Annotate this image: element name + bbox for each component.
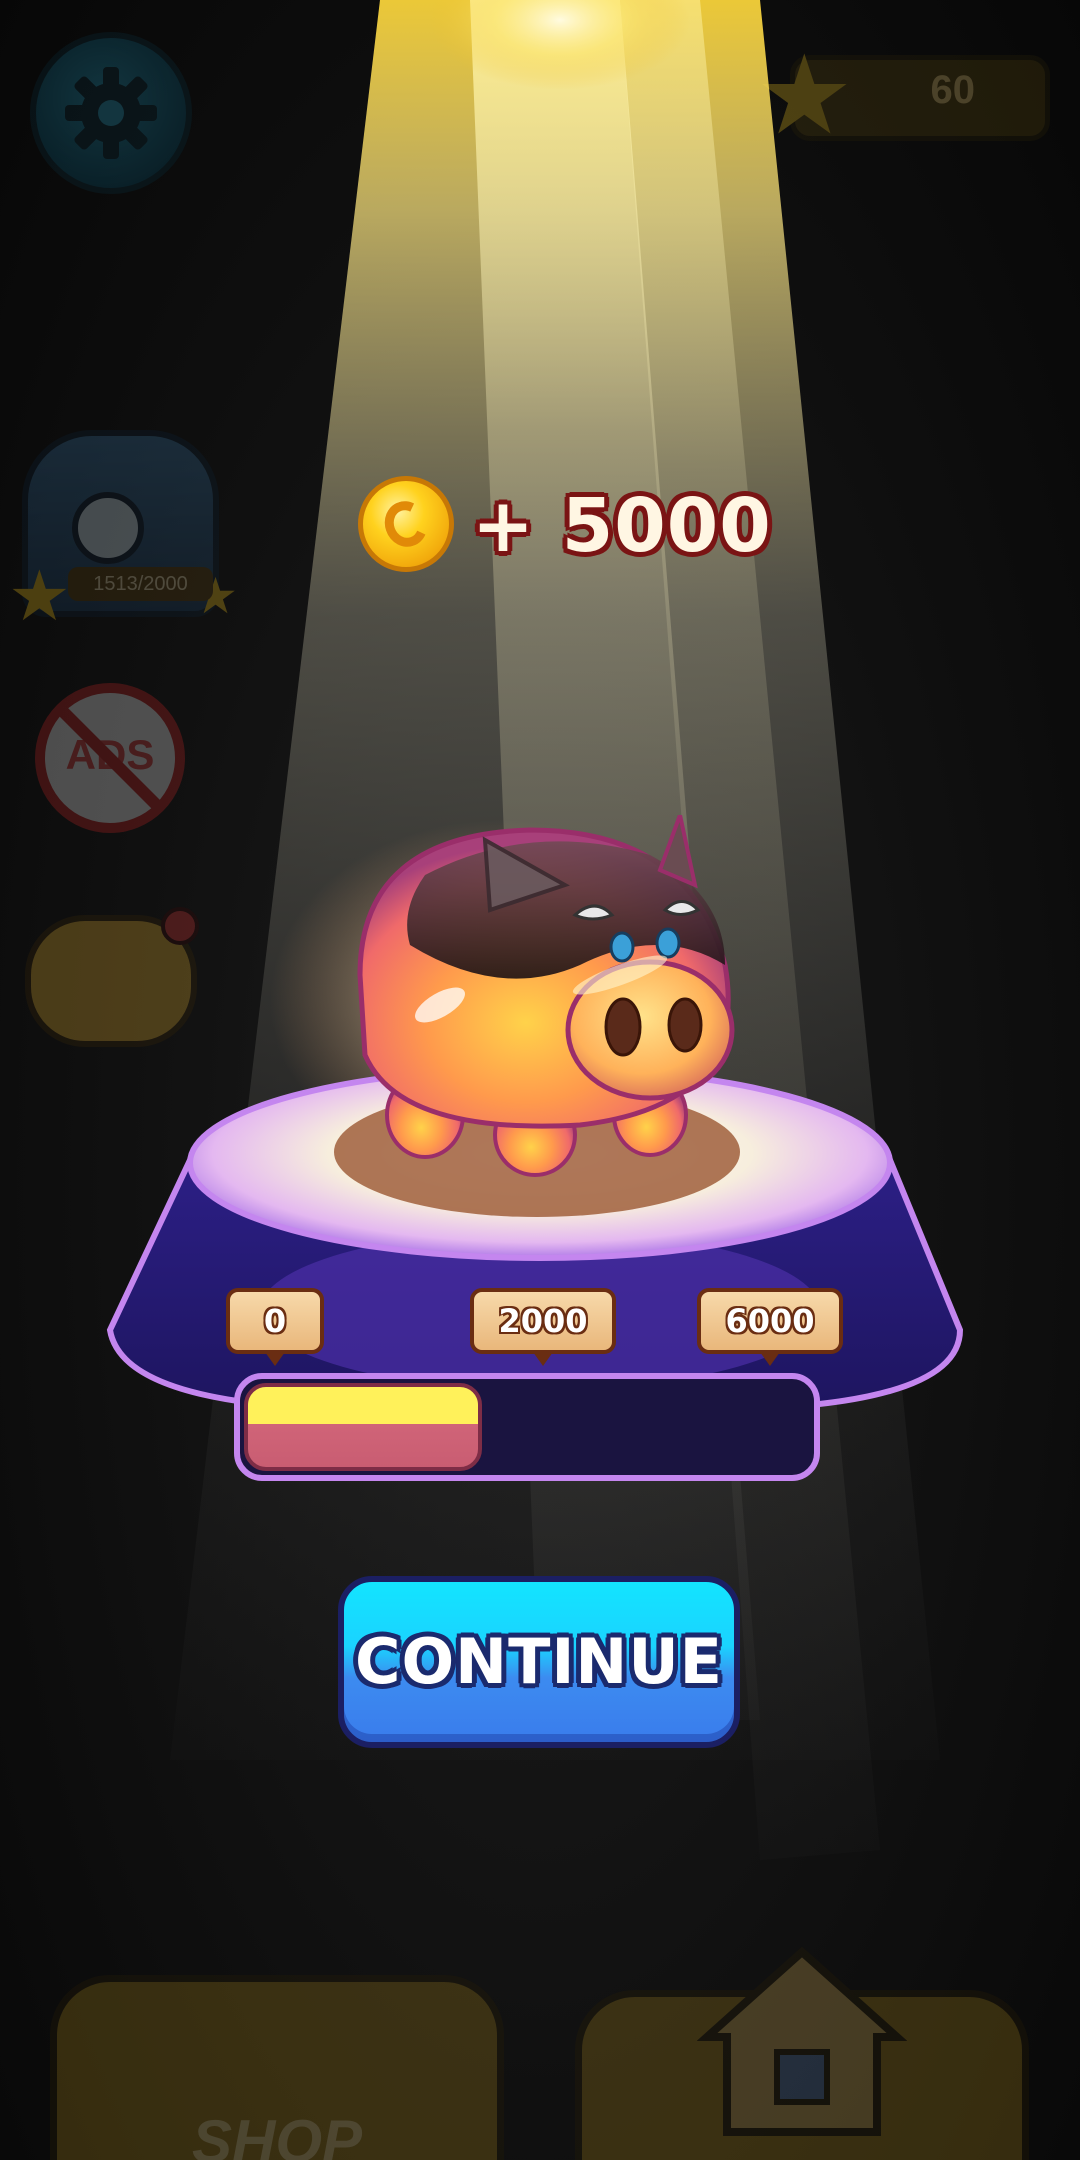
milestone-label: 2000 xyxy=(470,1288,616,1366)
no-ads-button[interactable]: ADS xyxy=(35,683,185,833)
chest-button[interactable]: ★ ★ 1513/2000 xyxy=(8,430,238,631)
star-counter: ★ 60 xyxy=(755,40,1050,150)
gear-icon xyxy=(65,67,157,159)
star-icon: ★ xyxy=(8,555,71,637)
milestone-label: 6000 xyxy=(697,1288,843,1366)
shop-label: SHOP xyxy=(192,2108,363,2160)
house-icon xyxy=(697,1946,907,2136)
coin-icon xyxy=(358,476,454,572)
shop-button[interactable]: SHOP xyxy=(50,1975,504,2160)
home-button[interactable] xyxy=(575,1946,1029,2160)
piggy-bank-icon xyxy=(357,815,735,1177)
piggy-bank-progress-bar xyxy=(234,1373,820,1481)
progress-fill xyxy=(244,1383,482,1471)
chest-progress: 1513/2000 xyxy=(68,567,213,601)
star-icon: ★ xyxy=(755,31,854,159)
continue-label: CONTINUE xyxy=(354,1625,724,1698)
settings-button[interactable] xyxy=(30,32,192,194)
milestone-label: 0 xyxy=(226,1288,324,1366)
lock-icon xyxy=(72,492,144,564)
star-count: 60 xyxy=(930,68,976,112)
continue-button[interactable]: CONTINUE xyxy=(338,1576,740,1748)
notification-dot xyxy=(161,907,199,945)
reward-amount: + 5000 xyxy=(472,483,772,569)
piggy-bank-reward-screen: ★ 60 ★ ★ 1513/2000 ADS SHOP xyxy=(0,0,1080,2160)
piggy-bank-button[interactable] xyxy=(25,907,199,1047)
